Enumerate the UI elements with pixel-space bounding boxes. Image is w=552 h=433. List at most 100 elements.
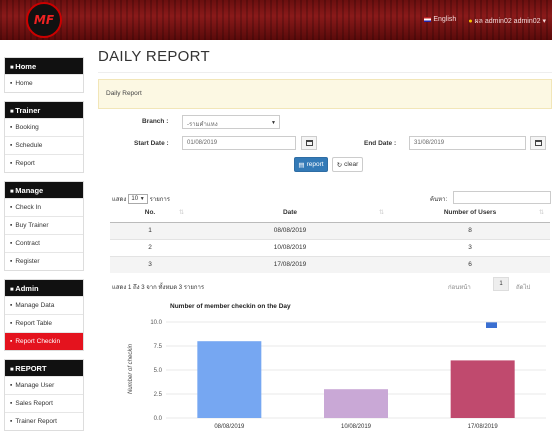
- panel-title: Daily Report: [106, 90, 142, 97]
- file-icon: ▪: [10, 418, 13, 425]
- chevron-down-icon: ▼: [271, 120, 276, 126]
- sidebar-item-home[interactable]: ▪ Home: [5, 74, 83, 92]
- start-date-input[interactable]: 01/08/2019: [182, 136, 296, 150]
- bar: [450, 360, 515, 418]
- report-button[interactable]: ▤ report: [294, 157, 328, 172]
- page-1-button[interactable]: 1: [493, 277, 509, 291]
- x-tick-label: 10/08/2019: [341, 424, 372, 430]
- search-input[interactable]: [453, 191, 551, 204]
- language-selector[interactable]: English: [424, 16, 456, 27]
- y-tick-label: 10.0: [150, 320, 162, 326]
- column-header[interactable]: No. ⇅: [110, 204, 190, 223]
- divider: [98, 72, 552, 73]
- file-icon: ▤: [298, 161, 305, 169]
- file-icon: ▪: [10, 160, 13, 167]
- file-icon: ▪: [10, 240, 13, 247]
- table-row: 1 08/08/2019 8: [110, 221, 550, 239]
- sidebar-item-sales-report[interactable]: ▪ Sales Report: [5, 394, 83, 412]
- sort-icon: ⇅: [178, 210, 184, 216]
- user-icon: ●: [468, 18, 473, 25]
- sort-icon: ⇅: [378, 210, 384, 216]
- cart-icon: ▪: [10, 222, 13, 229]
- sidebar-section-trainer: ■ Trainer ▪ Booking ▪ Schedule ▪ Report: [4, 101, 84, 173]
- bar: [197, 341, 262, 418]
- table-info: แสดง 1 ถึง 3 จาก ทั้งหมด 3 รายการ: [112, 285, 205, 291]
- user-menu[interactable]: ● ผล admin02 admin02 ▾: [468, 16, 546, 27]
- check-icon: ▪: [10, 204, 13, 211]
- checkin-chart: Number of member checkin on the Day Numb…: [126, 300, 550, 433]
- page-title: DAILY REPORT: [98, 48, 210, 65]
- table-row: 3 17/08/2019 6: [110, 255, 550, 273]
- sidebar-item-report-table[interactable]: ▪ Report Table: [5, 314, 83, 332]
- file-icon: ▪: [10, 320, 13, 327]
- prev-page-button[interactable]: ก่อนหน้า: [448, 282, 471, 292]
- sidebar-item-buy-trainer[interactable]: ▪ Buy Trainer: [5, 216, 83, 234]
- sort-icon: ⇅: [538, 210, 544, 216]
- top-navbar: MF English ● ผล admin02 admin02 ▾: [0, 0, 552, 40]
- sidebar-item-schedule[interactable]: ▪ Schedule: [5, 136, 83, 154]
- sidebar-item-report-checkin[interactable]: ▪ Report Checkin: [5, 332, 83, 350]
- column-header[interactable]: Date ⇅: [190, 204, 390, 223]
- column-header[interactable]: Number of Users ⇅: [390, 204, 550, 223]
- file-icon: ▪: [10, 400, 13, 407]
- sidebar-item-manage-user[interactable]: ▪ Manage User: [5, 376, 83, 394]
- file-icon: ▪: [10, 338, 13, 345]
- table-row: 2 10/08/2019 3: [110, 238, 550, 256]
- clock-icon: ▪: [10, 142, 13, 149]
- branch-select[interactable]: -รามคำแหง ▼: [182, 115, 280, 129]
- report-panel-header: Daily Report: [98, 79, 552, 109]
- sidebar-item-check-in[interactable]: ▪ Check In: [5, 198, 83, 216]
- search-label: ค้นหา:: [430, 197, 448, 203]
- chart-canvas: 10.0 7.5 5.0 2.5 0.0 08/08/2019 10/08/2019 17/0…: [150, 320, 546, 430]
- edit-icon: ▪: [10, 124, 13, 131]
- table-cell: 1: [110, 221, 190, 239]
- brand-logo[interactable]: MF: [26, 2, 62, 38]
- main-content: DAILY REPORT Daily Report Branch : -รามค…: [98, 48, 552, 430]
- checkin-table: No. ⇅ Date ⇅ Number of Users ⇅ 1 08/08/2019 8 2 1…: [110, 204, 550, 273]
- x-tick-label: 08/08/2019: [214, 424, 245, 430]
- table-cell: 3: [390, 238, 550, 256]
- calendar-icon[interactable]: [530, 136, 546, 150]
- page-length-control: แสดง 10 ▼ รายการ: [112, 194, 171, 204]
- chevron-down-icon: ▼: [139, 196, 145, 202]
- flag-icon: [424, 16, 432, 22]
- sidebar-item-booking[interactable]: ▪ Booking: [5, 118, 83, 136]
- y-tick-label: 7.5: [154, 344, 163, 350]
- sidebar-item-manage-data[interactable]: ▪ Manage Data: [5, 296, 83, 314]
- table-cell: 6: [390, 255, 550, 273]
- y-tick-label: 0.0: [154, 416, 163, 422]
- sidebar-heading: ■ REPORT: [5, 360, 83, 376]
- next-page-button[interactable]: ถัดไป: [516, 282, 530, 292]
- table-cell: 08/08/2019: [190, 221, 390, 239]
- sidebar-item-register[interactable]: ▪ Register: [5, 252, 83, 270]
- exchange-icon: ▪: [10, 302, 13, 309]
- end-date-input[interactable]: 31/08/2019: [409, 136, 526, 150]
- sidebar-item-contract[interactable]: ▪ Contract: [5, 234, 83, 252]
- start-date-label: Start Date :: [134, 140, 169, 147]
- x-tick-label: 17/08/2019: [468, 424, 499, 430]
- sidebar-item-report[interactable]: ▪ Report: [5, 154, 83, 172]
- table-cell: 10/08/2019: [190, 238, 390, 256]
- sidebar-section-report: ■ REPORT ▪ Manage User ▪ Sales Report ▪ Traine…: [4, 359, 84, 431]
- sidebar-heading: ■ Trainer: [5, 102, 83, 118]
- sidebar-heading: ■ Manage: [5, 182, 83, 198]
- calendar-icon[interactable]: [301, 136, 317, 150]
- refresh-icon: ↻: [336, 161, 343, 169]
- home-icon: ▪: [10, 80, 13, 87]
- table-cell: 3: [110, 255, 190, 273]
- clear-button[interactable]: ↻ clear: [332, 157, 363, 172]
- sidebar-section-home: ■ Home ▪ Home: [4, 57, 84, 93]
- y-tick-label: 5.0: [154, 368, 163, 374]
- gear-icon: ▪: [10, 382, 13, 389]
- table-cell: 17/08/2019: [190, 255, 390, 273]
- end-date-label: End Date :: [364, 140, 397, 147]
- sidebar-section-admin: ■ Admin ▪ Manage Data ▪ Report Table ▪ Report …: [4, 279, 84, 351]
- page-length-select[interactable]: 10 ▼: [128, 194, 148, 204]
- caret-down-icon: ▾: [542, 18, 546, 25]
- y-tick-label: 2.5: [154, 392, 163, 398]
- pen-icon: ▪: [10, 258, 13, 265]
- sidebar-heading: ■ Home: [5, 58, 83, 74]
- sidebar-item-trainer-report[interactable]: ▪ Trainer Report: [5, 412, 83, 430]
- sidebar-heading: ■ Admin: [5, 280, 83, 296]
- sidebar-section-manage: ■ Manage ▪ Check In ▪ Buy Trainer ▪ Contract ▪ R…: [4, 181, 84, 271]
